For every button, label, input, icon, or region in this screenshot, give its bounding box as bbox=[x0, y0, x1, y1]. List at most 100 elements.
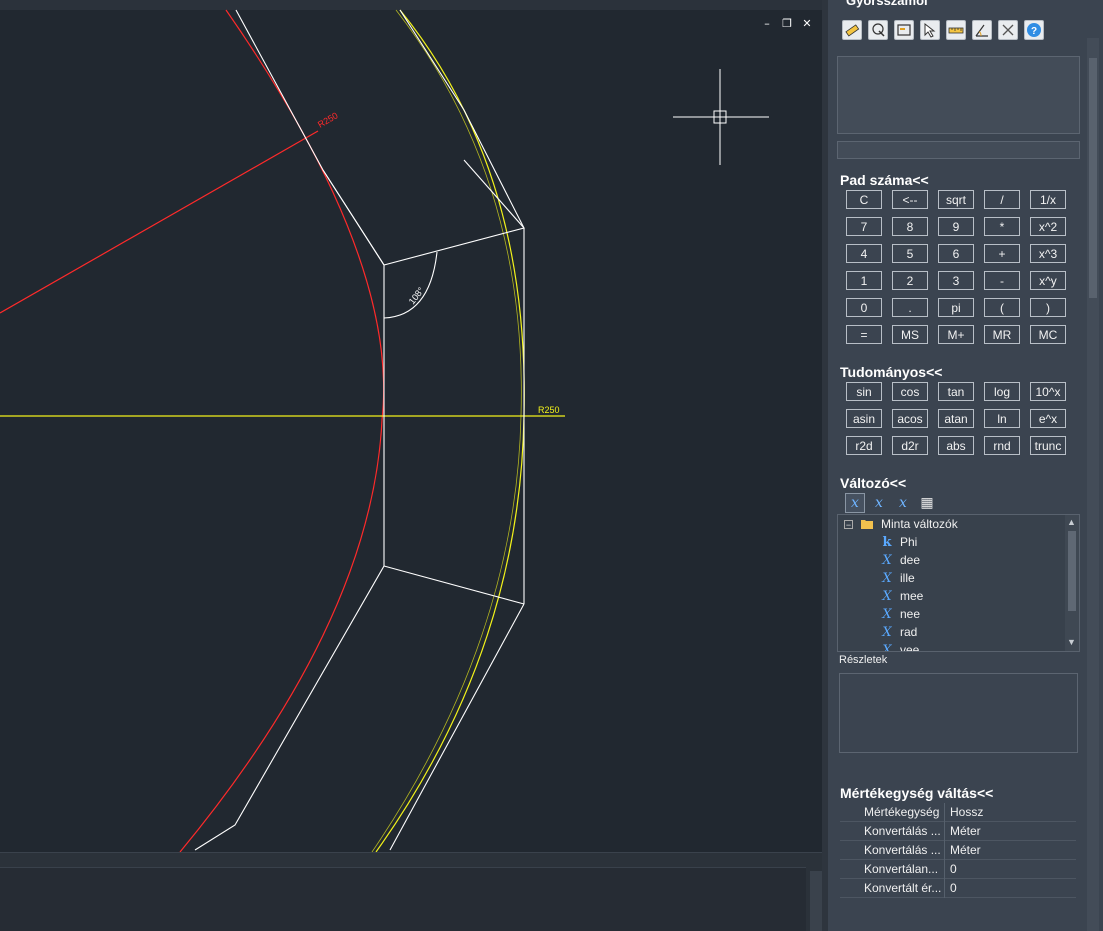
numpad-key-button[interactable]: x^3 bbox=[1030, 244, 1066, 263]
numpad-key-button[interactable]: 6 bbox=[938, 244, 974, 263]
variables-tree[interactable]: − Minta változók k Phi Xdee Xille Xmee Xnee Xr… bbox=[837, 514, 1080, 652]
angle-button[interactable] bbox=[972, 20, 992, 40]
numpad-key-button[interactable]: x^2 bbox=[1030, 217, 1066, 236]
scroll-down-icon[interactable]: ▼ bbox=[1067, 637, 1076, 647]
unit-conversion-title[interactable]: Mértékegység váltás<< bbox=[840, 785, 993, 801]
numpad-key-button[interactable]: 2 bbox=[892, 271, 928, 290]
paste-value-button[interactable] bbox=[868, 20, 888, 40]
function-key-button[interactable]: abs bbox=[938, 436, 974, 455]
numpad-key-button[interactable]: 7 bbox=[846, 217, 882, 236]
command-scrollbar[interactable] bbox=[810, 871, 822, 931]
numpad-key-button[interactable]: ( bbox=[984, 298, 1020, 317]
tree-scroll-thumb[interactable] bbox=[1068, 531, 1076, 611]
numpad-key-button[interactable]: - bbox=[984, 271, 1020, 290]
numpad-key-button[interactable]: 8 bbox=[892, 217, 928, 236]
variable-item[interactable]: Xnee bbox=[838, 605, 1063, 623]
help-button[interactable]: ? bbox=[1024, 20, 1044, 40]
drawing-canvas[interactable]: R250 R250 108° – ❐ ✕ bbox=[0, 0, 822, 852]
red-radius-line[interactable] bbox=[0, 130, 319, 314]
variable-item[interactable]: k Phi bbox=[838, 533, 1063, 551]
scientific-title[interactable]: Tudományos<< bbox=[840, 364, 942, 380]
white-outline-top[interactable] bbox=[235, 9, 525, 266]
function-key-button[interactable]: d2r bbox=[892, 436, 928, 455]
unit-row-value[interactable]: Méter bbox=[944, 822, 1076, 841]
get-coordinates-button[interactable] bbox=[920, 20, 940, 40]
clear-history-button[interactable] bbox=[998, 20, 1018, 40]
clear-entry-button[interactable] bbox=[842, 20, 862, 40]
numpad-key-button[interactable]: ) bbox=[1030, 298, 1066, 317]
numpad-key-button[interactable]: x^y bbox=[1030, 271, 1066, 290]
cad-drawing[interactable]: R250 R250 108° bbox=[0, 0, 822, 852]
unit-row-value[interactable]: Méter bbox=[944, 841, 1076, 860]
function-key-button[interactable]: r2d bbox=[846, 436, 882, 455]
function-key-button[interactable]: e^x bbox=[1030, 409, 1066, 428]
numpad-key-button[interactable]: pi bbox=[938, 298, 974, 317]
variable-item[interactable]: Xrad bbox=[838, 623, 1063, 641]
unit-row-value[interactable]: 0 bbox=[944, 879, 1076, 898]
variable-item[interactable]: Xvee bbox=[838, 641, 1063, 652]
number-pad-title[interactable]: Pad száma<< bbox=[840, 172, 929, 188]
numpad-key-button[interactable]: MS bbox=[892, 325, 928, 344]
history-display[interactable] bbox=[837, 56, 1080, 134]
calculator-icon[interactable]: ▦ bbox=[917, 493, 937, 513]
unit-row-value[interactable]: 0 bbox=[944, 860, 1076, 879]
numpad-key-button[interactable]: 1 bbox=[846, 271, 882, 290]
input-field[interactable] bbox=[837, 141, 1080, 159]
numpad-key-button[interactable]: 4 bbox=[846, 244, 882, 263]
collapse-icon[interactable]: − bbox=[844, 520, 853, 530]
numpad-key-button[interactable]: . bbox=[892, 298, 928, 317]
tree-folder[interactable]: − Minta változók bbox=[838, 515, 1063, 533]
numpad-key-button[interactable]: sqrt bbox=[938, 190, 974, 209]
white-diagonal-top[interactable] bbox=[322, 169, 385, 266]
numpad-key-button[interactable]: C bbox=[846, 190, 882, 209]
function-key-button[interactable]: acos bbox=[892, 409, 928, 428]
function-key-button[interactable]: tan bbox=[938, 382, 974, 401]
new-variable-icon[interactable]: x bbox=[845, 493, 865, 513]
variable-item[interactable]: Xmee bbox=[838, 587, 1063, 605]
numpad-key-button[interactable]: = bbox=[846, 325, 882, 344]
function-key-button[interactable]: log bbox=[984, 382, 1020, 401]
distance-button[interactable] bbox=[946, 20, 966, 40]
numpad-key-button[interactable]: 0 bbox=[846, 298, 882, 317]
function-key-button[interactable]: ln bbox=[984, 409, 1020, 428]
function-key-button[interactable]: trunc bbox=[1030, 436, 1066, 455]
numpad-key-button[interactable]: 9 bbox=[938, 217, 974, 236]
function-key-button[interactable]: atan bbox=[938, 409, 974, 428]
function-key-button[interactable]: rnd bbox=[984, 436, 1020, 455]
function-key-button[interactable]: asin bbox=[846, 409, 882, 428]
function-key-button[interactable]: cos bbox=[892, 382, 928, 401]
variable-item[interactable]: Xille bbox=[838, 569, 1063, 587]
command-history[interactable] bbox=[0, 867, 806, 931]
white-edge-bottom[interactable] bbox=[383, 565, 525, 605]
variables-title[interactable]: Változó<< bbox=[840, 475, 906, 491]
new-constant-icon[interactable]: x bbox=[869, 493, 889, 513]
edit-variable-icon[interactable]: x bbox=[893, 493, 913, 513]
yellow-arc[interactable] bbox=[375, 9, 525, 852]
numpad-key-button[interactable]: 5 bbox=[892, 244, 928, 263]
numpad-key-button[interactable]: MR bbox=[984, 325, 1020, 344]
unit-row-value[interactable]: Hossz bbox=[944, 803, 1076, 822]
scrollbar-thumb[interactable] bbox=[1089, 58, 1097, 298]
numpad-key-button[interactable]: 1/x bbox=[1030, 190, 1066, 209]
scroll-up-icon[interactable]: ▲ bbox=[1067, 517, 1076, 527]
minimize-button[interactable]: – bbox=[760, 17, 774, 31]
numpad-key-button[interactable]: 3 bbox=[938, 271, 974, 290]
numpad-key-button[interactable]: <-- bbox=[892, 190, 928, 209]
numpad-key-button[interactable]: M+ bbox=[938, 325, 974, 344]
numpad-key-button[interactable]: + bbox=[984, 244, 1020, 263]
numpad-key-button[interactable]: MC bbox=[1030, 325, 1066, 344]
variable-item[interactable]: Xdee bbox=[838, 551, 1063, 569]
function-key-button[interactable]: sin bbox=[846, 382, 882, 401]
white-outline-bottom-left[interactable] bbox=[194, 565, 385, 851]
show-display-button[interactable] bbox=[894, 20, 914, 40]
function-key-button[interactable]: 10^x bbox=[1030, 382, 1066, 401]
white-outline-bottom-right[interactable] bbox=[389, 603, 525, 851]
panel-scrollbar[interactable] bbox=[1087, 38, 1099, 931]
red-arc[interactable] bbox=[179, 9, 385, 852]
numpad-key-button[interactable]: / bbox=[984, 190, 1020, 209]
numpad-key-button[interactable]: * bbox=[984, 217, 1020, 236]
angle-arc[interactable] bbox=[383, 251, 438, 319]
restore-button[interactable]: ❐ bbox=[780, 17, 794, 31]
close-button[interactable]: ✕ bbox=[800, 17, 814, 31]
tree-scrollbar[interactable]: ▲ ▼ bbox=[1065, 515, 1079, 651]
